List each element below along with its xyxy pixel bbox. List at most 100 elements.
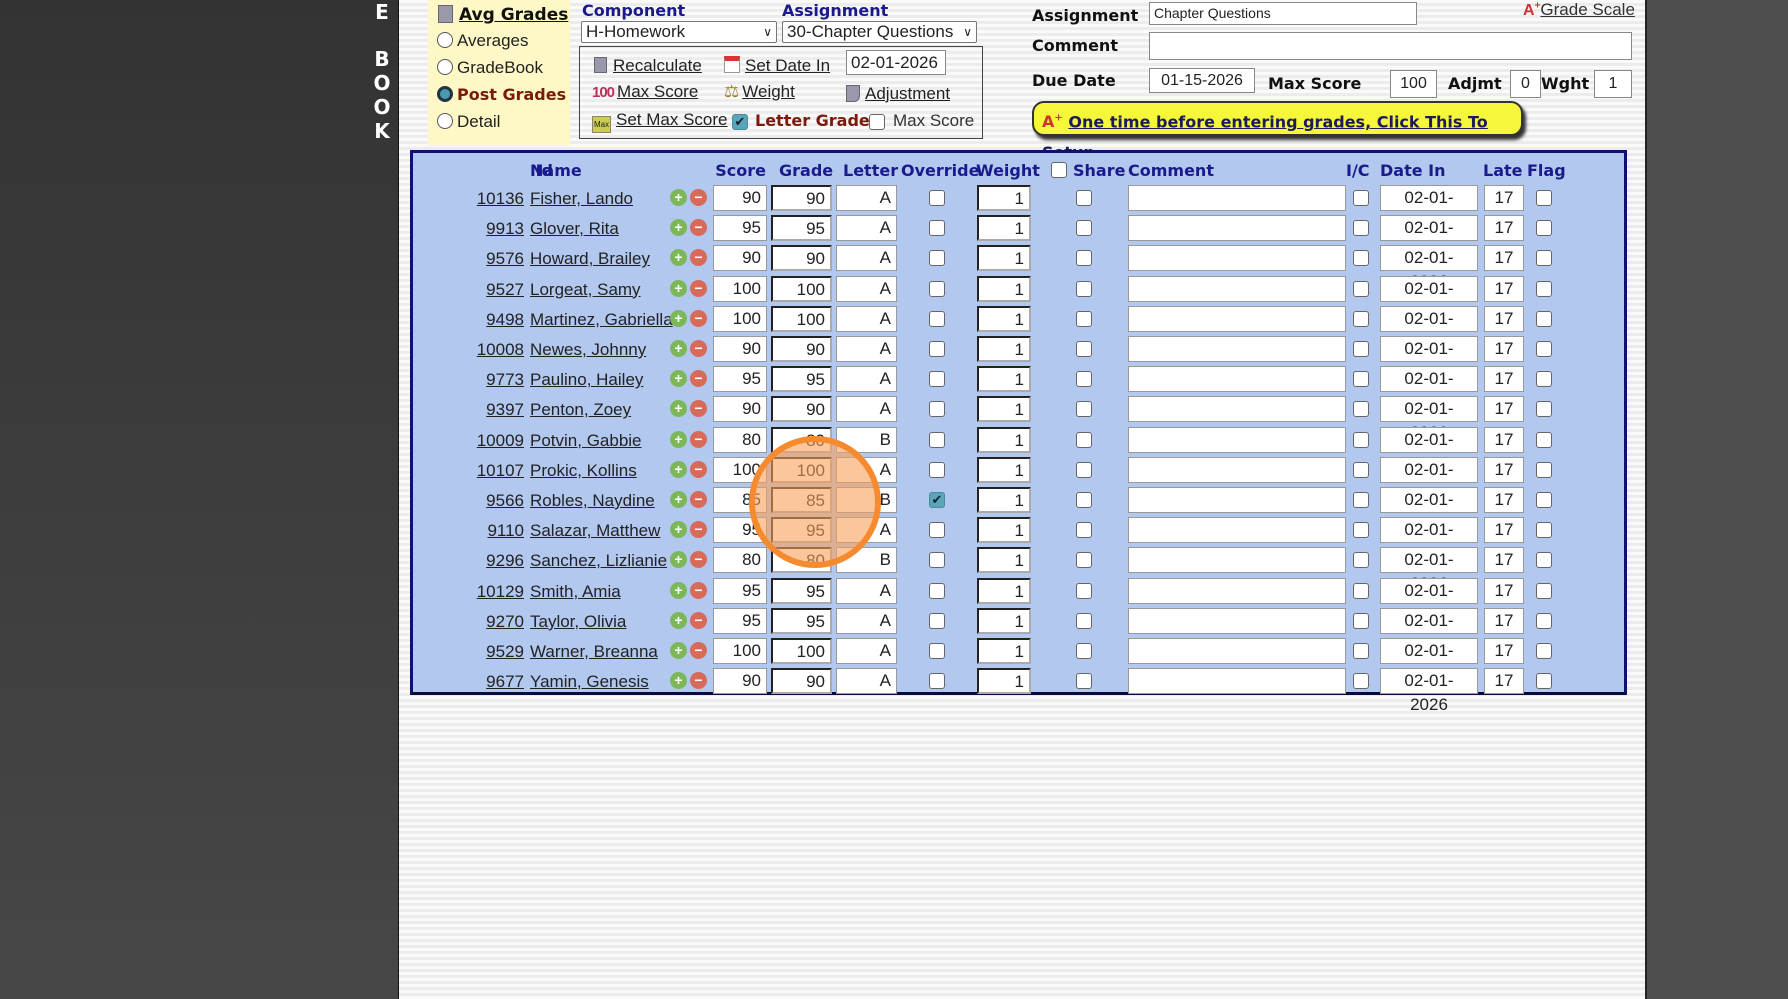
grade-input[interactable]: 100: [771, 275, 832, 302]
minus-icon[interactable]: −: [690, 370, 707, 388]
weight-input[interactable]: 1: [977, 275, 1031, 302]
date-in-input[interactable]: 02-01-2026: [1380, 668, 1478, 714]
comment-input[interactable]: [1128, 607, 1346, 634]
late-input[interactable]: 17: [1484, 185, 1524, 211]
due-date-input[interactable]: 01-15-2026: [1149, 68, 1255, 93]
score-input[interactable]: 100: [713, 305, 767, 332]
weight-input[interactable]: 1: [977, 577, 1031, 604]
date-in-input[interactable]: 02-01-2026: [1380, 426, 1478, 473]
date-in-input[interactable]: 02-01-2026: [1380, 366, 1478, 412]
score-input[interactable]: 100: [713, 275, 767, 302]
grade-input[interactable]: 95: [771, 517, 832, 544]
student-id-link[interactable]: 10009: [433, 431, 524, 451]
letter-input[interactable]: A: [836, 638, 897, 664]
ic-checkbox[interactable]: [1353, 522, 1369, 539]
override-checkbox[interactable]: [929, 310, 945, 327]
mode-option-post-grades[interactable]: Post Grades: [437, 85, 566, 105]
plus-icon[interactable]: +: [670, 551, 687, 569]
late-input[interactable]: 17: [1484, 396, 1524, 423]
date-in-input[interactable]: 02-01-2026: [1380, 245, 1478, 291]
student-name-link[interactable]: Lorgeat, Samy: [530, 280, 641, 300]
student-id-link[interactable]: 9576: [433, 249, 524, 269]
weight-input[interactable]: 1: [977, 426, 1031, 453]
ic-checkbox[interactable]: [1353, 643, 1369, 659]
letter-input[interactable]: A: [836, 366, 897, 393]
grade-input[interactable]: 100: [771, 456, 832, 483]
grade-input[interactable]: 95: [771, 366, 832, 393]
student-name-link[interactable]: Newes, Johnny: [530, 340, 646, 360]
late-input[interactable]: 17: [1484, 487, 1524, 513]
weight-input[interactable]: 1: [977, 215, 1031, 242]
date-in-input[interactable]: 02-01-2026: [1380, 638, 1478, 684]
assignment-comment-input[interactable]: [1149, 32, 1632, 60]
late-input[interactable]: 17: [1484, 305, 1524, 332]
share-checkbox[interactable]: [1076, 522, 1092, 539]
component-select[interactable]: H-Homework ∨: [581, 21, 777, 43]
letter-input[interactable]: A: [836, 185, 897, 211]
weight-input[interactable]: 1: [977, 185, 1031, 211]
ic-checkbox[interactable]: [1353, 552, 1369, 569]
ic-checkbox[interactable]: [1353, 401, 1369, 418]
weight-input[interactable]: 1: [977, 456, 1031, 483]
plus-icon[interactable]: +: [670, 491, 687, 508]
student-name-link[interactable]: Yamin, Genesis: [530, 672, 649, 692]
share-checkbox[interactable]: [1076, 371, 1092, 388]
student-id-link[interactable]: 10129: [433, 582, 524, 602]
score-input[interactable]: 85: [713, 487, 767, 513]
letter-input[interactable]: B: [836, 426, 897, 453]
comment-input[interactable]: [1128, 396, 1346, 423]
wght-input[interactable]: 1: [1594, 70, 1632, 98]
set-date-in-link[interactable]: Set Date In: [745, 56, 830, 75]
share-checkbox[interactable]: [1076, 250, 1092, 267]
grade-input[interactable]: 100: [771, 305, 832, 332]
share-checkbox[interactable]: [1076, 461, 1092, 478]
flag-checkbox[interactable]: [1536, 552, 1552, 569]
plus-icon[interactable]: +: [670, 460, 687, 478]
student-name-link[interactable]: Howard, Brailey: [530, 249, 650, 269]
setup-button[interactable]: A+ One time before entering grades, Clic…: [1032, 101, 1523, 162]
score-input[interactable]: 90: [713, 668, 767, 695]
comment-input[interactable]: [1128, 547, 1346, 574]
minus-icon[interactable]: −: [690, 521, 707, 539]
plus-icon[interactable]: +: [670, 370, 687, 388]
share-checkbox[interactable]: [1076, 552, 1092, 569]
weight-link[interactable]: Weight: [742, 82, 795, 101]
score-input[interactable]: 90: [713, 336, 767, 362]
flag-checkbox[interactable]: [1536, 401, 1552, 418]
share-checkbox[interactable]: [1076, 401, 1092, 418]
late-input[interactable]: 17: [1484, 638, 1524, 664]
grade-input[interactable]: 90: [771, 336, 832, 362]
grade-input[interactable]: 80: [771, 547, 832, 574]
ic-checkbox[interactable]: [1353, 461, 1369, 478]
radio-button[interactable]: [437, 32, 453, 48]
date-in-input[interactable]: 02-01-2026: [1380, 215, 1478, 261]
score-input[interactable]: 95: [713, 215, 767, 242]
date-in-input[interactable]: 02-01-2026: [1380, 185, 1478, 231]
date-in-input[interactable]: 02-01-2026: [1380, 577, 1478, 624]
mode-option-gradebook[interactable]: GradeBook: [437, 58, 543, 78]
override-checkbox[interactable]: [929, 190, 945, 206]
late-input[interactable]: 17: [1484, 547, 1524, 574]
weight-input[interactable]: 1: [977, 366, 1031, 393]
student-id-link[interactable]: 9913: [433, 219, 524, 239]
grade-input[interactable]: 90: [771, 396, 832, 423]
share-checkbox[interactable]: [1076, 582, 1092, 599]
minus-icon[interactable]: −: [690, 491, 707, 508]
max-score-checkbox[interactable]: [869, 114, 885, 130]
student-id-link[interactable]: 10008: [433, 340, 524, 360]
grade-input[interactable]: 85: [771, 487, 832, 513]
override-checkbox[interactable]: [929, 461, 945, 478]
late-input[interactable]: 17: [1484, 275, 1524, 302]
letter-input[interactable]: A: [836, 396, 897, 423]
date-in-input[interactable]: 02-01-2026: [1380, 607, 1478, 654]
minus-icon[interactable]: −: [690, 581, 707, 599]
letter-input[interactable]: B: [836, 547, 897, 574]
override-checkbox[interactable]: [929, 371, 945, 388]
score-input[interactable]: 90: [713, 185, 767, 211]
share-all-checkbox[interactable]: [1051, 162, 1067, 178]
assignment-name-input[interactable]: Chapter Questions: [1149, 2, 1417, 25]
student-id-link[interactable]: 9527: [433, 280, 524, 300]
flag-checkbox[interactable]: [1536, 341, 1552, 357]
late-input[interactable]: 17: [1484, 517, 1524, 544]
plus-icon[interactable]: +: [670, 309, 687, 327]
